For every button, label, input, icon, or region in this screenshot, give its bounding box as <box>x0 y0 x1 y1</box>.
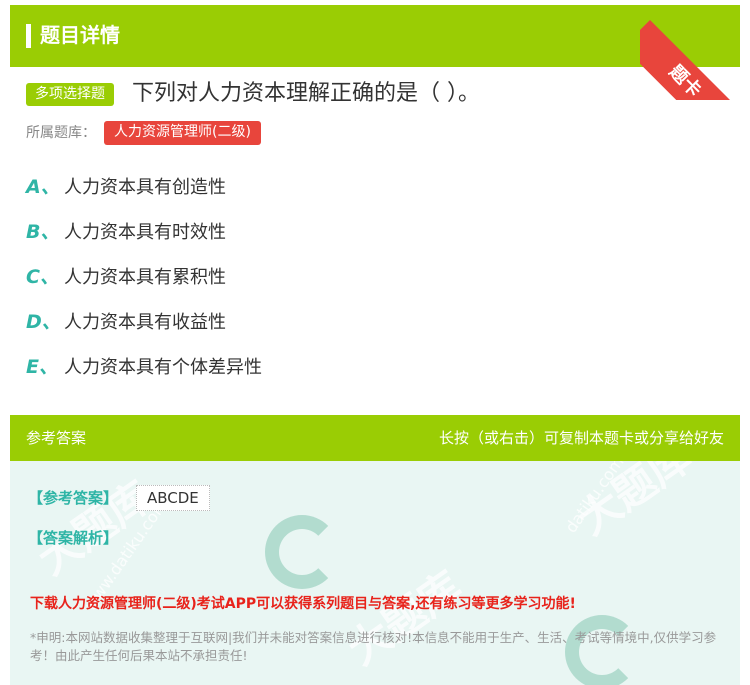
share-hint: 长按（或右击）可复制本题卡或分享给好友 <box>438 429 724 447</box>
bank-label: 所属题库： <box>26 125 96 141</box>
option-letter: D、 <box>26 311 61 333</box>
header-accent-bar <box>26 24 31 48</box>
option-d[interactable]: D、 人力资本具有收益性 <box>26 307 226 337</box>
watermark-logo-icon <box>265 515 339 589</box>
app-download-link[interactable]: 下载人力资源管理师(二级)考试APP可以获得系列题目与答案,还有练习等更多学习功… <box>30 593 576 615</box>
option-letter: E、 <box>26 356 58 378</box>
answer-header-title: 参考答案 <box>26 429 87 447</box>
analysis-label: 【答案解析】 <box>28 529 119 547</box>
header-title: 题目详情 <box>40 23 120 47</box>
reference-answer-value[interactable]: ABCDE <box>136 485 210 511</box>
option-letter: A、 <box>26 176 60 198</box>
option-text: 人力资本具有时效性 <box>64 222 226 243</box>
question-card: 题目详情 多项选择题 下列对人力资本理解正确的是（ ）。 所属题库： 人力资源管… <box>10 5 740 395</box>
card-header: 题目详情 <box>10 5 740 67</box>
answer-header: 参考答案 长按（或右击）可复制本题卡或分享给好友 <box>10 415 740 461</box>
option-a[interactable]: A、 人力资本具有创造性 <box>26 172 226 202</box>
option-e[interactable]: E、 人力资本具有个体差异性 <box>26 352 262 382</box>
ribbon-label: 题卡 <box>664 61 706 100</box>
option-c[interactable]: C、 人力资本具有累积性 <box>26 262 226 292</box>
option-text: 人力资本具有创造性 <box>64 177 226 198</box>
answer-section: 大题库 大题库 大题库 www.datiku.com datiku.com 参考… <box>10 415 740 685</box>
option-text: 人力资本具有累积性 <box>64 267 226 288</box>
corner-ribbon: 题卡 <box>640 0 750 100</box>
question-type-badge: 多项选择题 <box>26 83 114 106</box>
bank-badge[interactable]: 人力资源管理师(二级) <box>104 121 261 145</box>
option-b[interactable]: B、 人力资本具有时效性 <box>26 217 226 247</box>
question-title: 下列对人力资本理解正确的是（ ）。 <box>132 81 480 106</box>
option-text: 人力资本具有个体差异性 <box>64 357 262 378</box>
option-letter: C、 <box>26 266 59 288</box>
option-letter: B、 <box>26 221 60 243</box>
disclaimer: *申明:本网站数据收集整理于互联网|我们并未能对答案信息进行核对!本信息不能用于… <box>30 630 717 663</box>
ribbon-band: 题卡 <box>640 20 749 100</box>
reference-answer-label: 【参考答案】 <box>28 489 119 507</box>
option-text: 人力资本具有收益性 <box>64 312 226 333</box>
